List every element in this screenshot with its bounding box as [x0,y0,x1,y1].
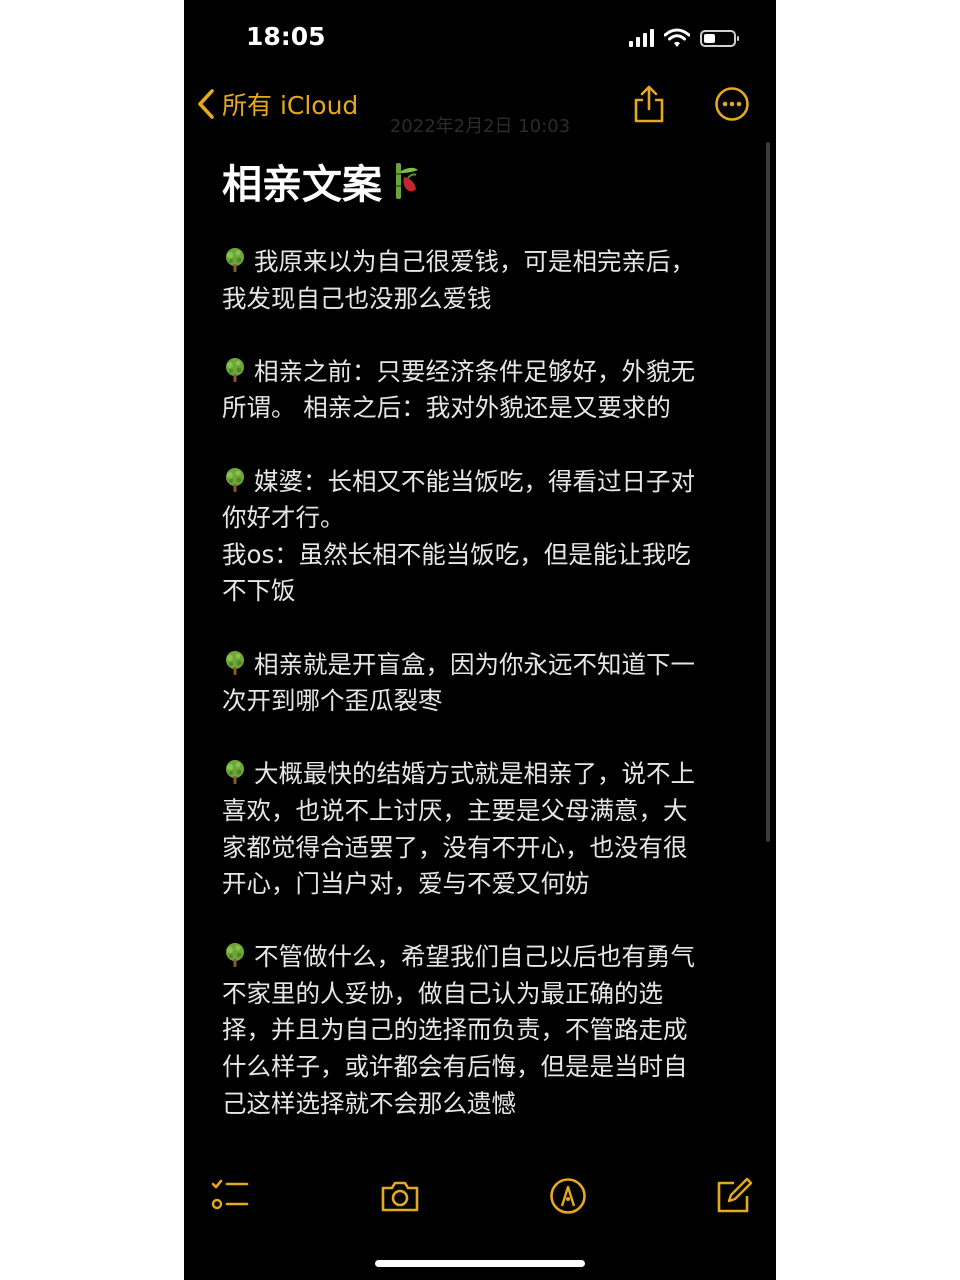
note-line: 我os：虽然长相不能当饭吃，但是能让我吃 [222,537,742,574]
camera-icon[interactable] [380,1176,420,1216]
note-date: 2022年2月2日 10:03 [389,116,571,137]
note-line-text: 开心，门当户对，爱与不爱又何妨 [222,869,590,899]
note-line: 什么样子，或许都会有后悔，但是是当时自 [222,1049,742,1086]
note-line: 媒婆：长相又不能当饭吃，得看过日子对 [222,464,742,501]
note-line: 次开到哪个歪瓜裂枣 [222,683,742,720]
note-line: 不管做什么，希望我们自己以后也有勇气 [222,939,742,976]
note-line-text: 不管做什么，希望我们自己以后也有勇气 [254,942,695,972]
note-title[interactable]: 相亲文案 [222,152,422,210]
note-line-text: 择，并且为自己的选择而负责，不管路走成 [222,1015,688,1045]
scrollbar[interactable] [766,142,770,842]
note-line: 喜欢，也说不上讨厌，主要是父母满意，大 [222,793,742,830]
share-icon[interactable] [632,84,666,124]
note-paragraph: 相亲之前：只要经济条件足够好，外貌无所谓。 相亲之后：我对外貌还是又要求的 [222,354,742,427]
note-line-text: 我os：虽然长相不能当饭吃，但是能让我吃 [222,539,691,569]
status-icons [629,28,739,48]
tree-icon [226,943,244,968]
note-line-text: 不下饭 [222,576,296,606]
compose-icon[interactable] [714,1176,754,1216]
note-line-text: 我发现自己也没那么爱钱 [222,283,492,313]
bamboo-icon [396,163,418,199]
note-line-text: 所谓。 相亲之后：我对外貌还是又要求的 [222,393,671,423]
notes-screen: 18:05 所有 iCloud 2022年2月2日 10:03 相亲文案 我原来… [184,0,776,1280]
note-line: 我发现自己也没那么爱钱 [222,281,742,318]
note-line-text: 喜欢，也说不上讨厌，主要是父母满意，大 [222,795,688,825]
note-paragraph: 大概最快的结婚方式就是相亲了，说不上喜欢，也说不上讨厌，主要是父母满意，大 家都觉… [222,756,742,902]
tree-icon [226,650,244,675]
tree-icon [226,357,244,382]
note-line: 择，并且为自己的选择而负责，不管路走成 [222,1012,742,1049]
note-line-text: 相亲就是开盲盒，因为你永远不知道下一 [254,649,695,679]
markup-pen-icon[interactable] [548,1176,588,1216]
note-paragraph: 我原来以为自己很爱钱，可是相完亲后， 我发现自己也没那么爱钱 [222,244,742,317]
note-paragraph: 不管做什么，希望我们自己以后也有勇气不家里的人妥协，做自己认为最正确的选 择，并且… [222,939,742,1122]
note-paragraph: 相亲就是开盲盒，因为你永远不知道下一次开到哪个歪瓜裂枣 [222,647,742,720]
battery-icon [700,29,739,47]
note-line-text: 什么样子，或许都会有后悔，但是是当时自 [222,1052,688,1082]
tree-icon [226,248,244,272]
note-line: 不家里的人妥协，做自己认为最正确的选 [222,976,742,1013]
note-paragraph: 媒婆：长相又不能当饭吃，得看过日子对你好才行。我os：虽然长相不能当饭吃，但是能… [222,464,742,610]
note-title-text: 相亲文案 [222,162,382,208]
note-line: 相亲就是开盲盒，因为你永远不知道下一 [222,647,742,684]
cellular-signal-icon [629,29,654,47]
note-line-text: 次开到哪个歪瓜裂枣 [222,686,443,716]
note-line-text: 你好才行。 [222,503,345,533]
note-line: 开心，门当户对，爱与不爱又何妨 [222,866,742,903]
note-line-text: 媒婆：长相又不能当饭吃，得看过日子对 [254,466,695,496]
checklist-icon[interactable] [210,1176,250,1216]
note-line: 我原来以为自己很爱钱，可是相完亲后， [222,244,742,281]
note-line-text: 家都觉得合适罢了，没有不开心，也没有很 [222,832,688,862]
note-line: 家都觉得合适罢了，没有不开心，也没有很 [222,830,742,867]
note-line-text: 不家里的人妥协，做自己认为最正确的选 [222,978,663,1008]
tree-icon [226,760,244,785]
note-line-text: 己这样选择就不会那么遗憾 [222,1088,516,1118]
note-line-text: 我原来以为自己很爱钱，可是相完亲后， [254,247,695,276]
note-line-text: 相亲之前：只要经济条件足够好，外貌无 [254,356,695,386]
note-body[interactable]: 我原来以为自己很爱钱，可是相完亲后， 我发现自己也没那么爱钱相亲之前：只要经济条件… [222,244,742,1159]
wifi-icon [664,28,690,47]
note-line: 相亲之前：只要经济条件足够好，外貌无 [222,354,742,391]
status-time: 18:05 [246,22,326,51]
note-line: 大概最快的结婚方式就是相亲了，说不上 [222,756,742,793]
note-line-text: 大概最快的结婚方式就是相亲了，说不上 [254,759,695,789]
note-line: 己这样选择就不会那么遗憾 [222,1086,742,1123]
note-line: 不下饭 [222,573,742,610]
home-indicator[interactable] [375,1260,585,1267]
tree-icon [226,467,244,492]
note-line: 你好才行。 [222,500,742,537]
note-line: 所谓。 相亲之后：我对外貌还是又要求的 [222,390,742,427]
more-options-icon[interactable] [714,86,750,122]
